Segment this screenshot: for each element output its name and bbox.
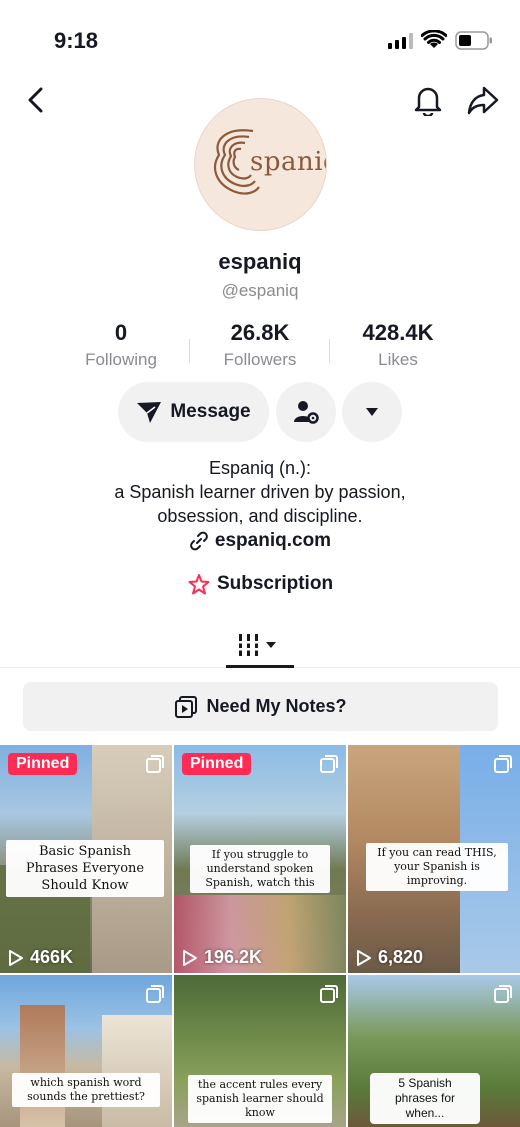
stat-label: Likes: [378, 350, 418, 369]
need-my-notes-button[interactable]: Need My Notes?: [23, 682, 498, 731]
bio-line: Espaniq (n.):: [208, 458, 312, 478]
subscription-star-icon: [188, 574, 210, 595]
cellular-signal-icon: [388, 33, 414, 49]
video-caption: which spanish word sounds the prettiest?: [12, 1073, 160, 1107]
status-time: 9:18: [54, 28, 99, 53]
video-tile[interactable]: If you can read THIS, your Spanish is im…: [348, 745, 520, 973]
profile-actions: Message: [0, 382, 520, 442]
stat-likes[interactable]: 428.4K Likes: [333, 320, 463, 370]
stat-following[interactable]: 0 Following: [56, 320, 186, 370]
pinned-badge: Pinned: [8, 753, 78, 775]
video-caption: If you struggle to understand spoken Spa…: [190, 845, 330, 893]
view-count: 6,820: [356, 947, 423, 968]
website-link-text: espaniq.com: [214, 530, 332, 551]
video-tile[interactable]: Pinned If you struggle to understand spo…: [174, 745, 346, 973]
play-icon: [9, 949, 23, 966]
user-settings-icon: [294, 401, 319, 424]
stat-value: 428.4K: [362, 320, 434, 345]
share-icon[interactable]: [465, 82, 501, 118]
avatar-logo-text: spaniq: [250, 147, 326, 177]
view-count-text: 196.2K: [204, 947, 263, 967]
website-link[interactable]: espaniq.com: [0, 530, 520, 552]
back-icon[interactable]: [18, 82, 54, 118]
video-tile[interactable]: Pinned Basic Spanish Phrases Everyone Sh…: [0, 745, 172, 973]
grid-view-icon: [239, 633, 276, 656]
multi-image-icon: [320, 985, 338, 1003]
video-tile[interactable]: the accent rules every spanish learner s…: [174, 975, 346, 1127]
content-tabs: [0, 624, 520, 668]
stat-followers[interactable]: 26.8K Followers: [195, 320, 325, 370]
multi-image-icon: [146, 985, 164, 1003]
view-count-text: 6,820: [378, 947, 424, 967]
video-caption: If you can read THIS, your Spanish is im…: [366, 843, 508, 891]
stat-label: Followers: [223, 350, 297, 369]
bio-line: a Spanish learner driven by passion,: [114, 482, 406, 502]
video-tile[interactable]: 5 Spanish phrases for when...: [348, 975, 520, 1127]
subscription-text: Subscription: [216, 573, 334, 594]
need-my-notes-label: Need My Notes?: [206, 696, 347, 716]
bio: Espaniq (n.): a Spanish learner driven b…: [0, 456, 520, 528]
view-count: 196.2K: [182, 947, 262, 968]
tab-videos[interactable]: [226, 624, 294, 668]
message-button[interactable]: Message: [118, 382, 269, 442]
video-tile[interactable]: which spanish word sounds the prettiest?: [0, 975, 172, 1127]
stat-divider: [189, 339, 190, 363]
bell-icon[interactable]: [410, 82, 446, 118]
multi-image-icon: [320, 755, 338, 773]
view-count-text: 466K: [30, 947, 74, 967]
multi-image-icon: [146, 755, 164, 773]
link-icon: [190, 531, 208, 551]
message-label: Message: [170, 401, 251, 422]
send-icon: [137, 402, 162, 423]
multi-image-icon: [494, 985, 512, 1003]
caret-down-icon: [366, 408, 378, 416]
subscription-link[interactable]: Subscription: [0, 573, 520, 595]
bio-line: obsession, and discipline.: [157, 506, 363, 526]
stat-value: 0: [114, 320, 128, 345]
status-bar: 9:18: [0, 0, 520, 80]
view-count: 466K: [8, 947, 73, 968]
avatar[interactable]: spaniq: [194, 98, 327, 231]
pinned-badge: Pinned: [182, 753, 252, 775]
play-icon: [183, 949, 197, 966]
handle: @espaniq: [221, 281, 299, 300]
play-icon: [357, 949, 371, 966]
video-caption: the accent rules every spanish learner s…: [188, 1075, 332, 1123]
wifi-icon: [421, 30, 447, 48]
playlist-icon: [175, 695, 198, 718]
video-caption: Basic Spanish Phrases Everyone Should Kn…: [6, 840, 164, 897]
more-options-button[interactable]: [342, 382, 402, 442]
stat-label: Following: [85, 350, 157, 369]
battery-icon: [455, 31, 492, 50]
stat-value: 26.8K: [230, 320, 290, 345]
multi-image-icon: [494, 755, 512, 773]
username: espaniq: [218, 249, 302, 274]
add-friend-button[interactable]: [276, 382, 336, 442]
video-caption: 5 Spanish phrases for when...: [370, 1073, 480, 1124]
stat-divider: [329, 339, 330, 363]
